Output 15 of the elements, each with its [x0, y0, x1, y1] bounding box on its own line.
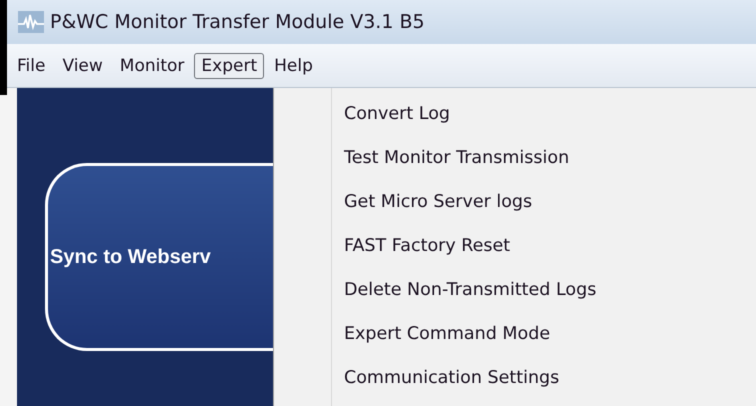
menu-item[interactable]: Get Micro Server logs	[332, 180, 756, 224]
menu-item[interactable]: File	[10, 52, 52, 78]
menu-item[interactable]: Delete Non-Transmitted Logs	[332, 268, 756, 312]
menu-item[interactable]: Convert Log	[332, 92, 756, 136]
menu-item[interactable]: FAST Factory Reset	[332, 224, 756, 268]
menu-item[interactable]: Expert Command Mode	[332, 312, 756, 356]
menu-item[interactable]: Help	[267, 52, 320, 78]
sync-button[interactable]: Sync to Webserv	[45, 163, 273, 351]
waveform-icon	[18, 11, 44, 33]
window-title: P&WC Monitor Transfer Module V3.1 B5	[50, 11, 425, 33]
menu-item[interactable]: Communication Settings	[332, 356, 756, 400]
menu-item[interactable]: Expert	[194, 52, 264, 78]
menu-item[interactable]: Monitor	[112, 52, 192, 78]
menu-item[interactable]: Test Monitor Transmission	[332, 136, 756, 180]
menu-item[interactable]: View	[55, 52, 110, 78]
